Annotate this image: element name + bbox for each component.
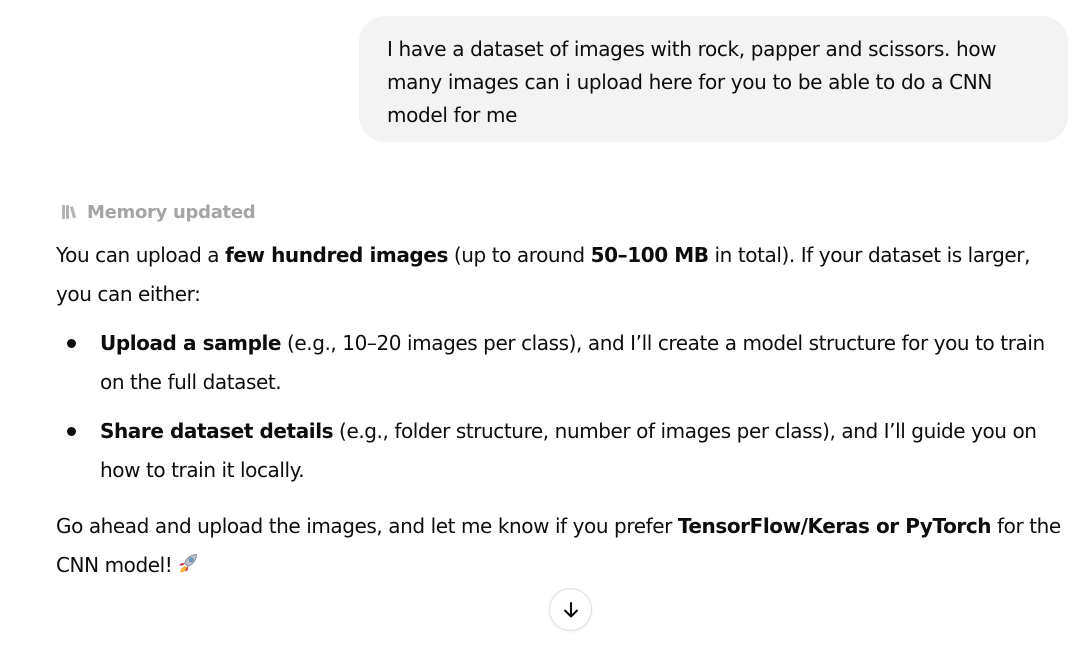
assistant-closing-paragraph: Go ahead and upload the images, and let … [56,507,1061,585]
closing-bold: TensorFlow/Keras or PyTorch [677,514,992,538]
intro-text-2: (up to around [447,243,591,267]
user-message-bubble: I have a dataset of images with rock, pa… [359,16,1068,142]
memory-updated-indicator[interactable]: Memory updated [60,200,256,224]
scroll-to-bottom-button[interactable] [549,588,592,631]
list-item: Share dataset details (e.g., folder stru… [56,412,1061,490]
closing-text-1: Go ahead and upload the images, and let … [56,514,678,538]
memory-icon [62,205,76,219]
intro-text-1: You can upload a [56,243,226,267]
options-list: Upload a sample (e.g., 10–20 images per … [56,324,1061,490]
assistant-intro-paragraph: You can upload a few hundred images (up … [56,236,1061,314]
list-item: Upload a sample (e.g., 10–20 images per … [56,324,1061,402]
rocket-icon [179,554,198,573]
memory-updated-label: Memory updated [87,201,256,223]
bullet-bold: Share dataset details [100,419,334,443]
intro-bold-1: few hundred images [225,243,448,267]
bullet-dot [67,427,76,436]
bullet-bold: Upload a sample [100,331,282,355]
assistant-message: You can upload a few hundred images (up … [56,236,1061,585]
arrow-down-icon [563,601,578,617]
intro-bold-2: 50–100 MB [590,243,709,267]
user-message-text: I have a dataset of images with rock, pa… [387,37,997,127]
bullet-dot [67,339,76,348]
